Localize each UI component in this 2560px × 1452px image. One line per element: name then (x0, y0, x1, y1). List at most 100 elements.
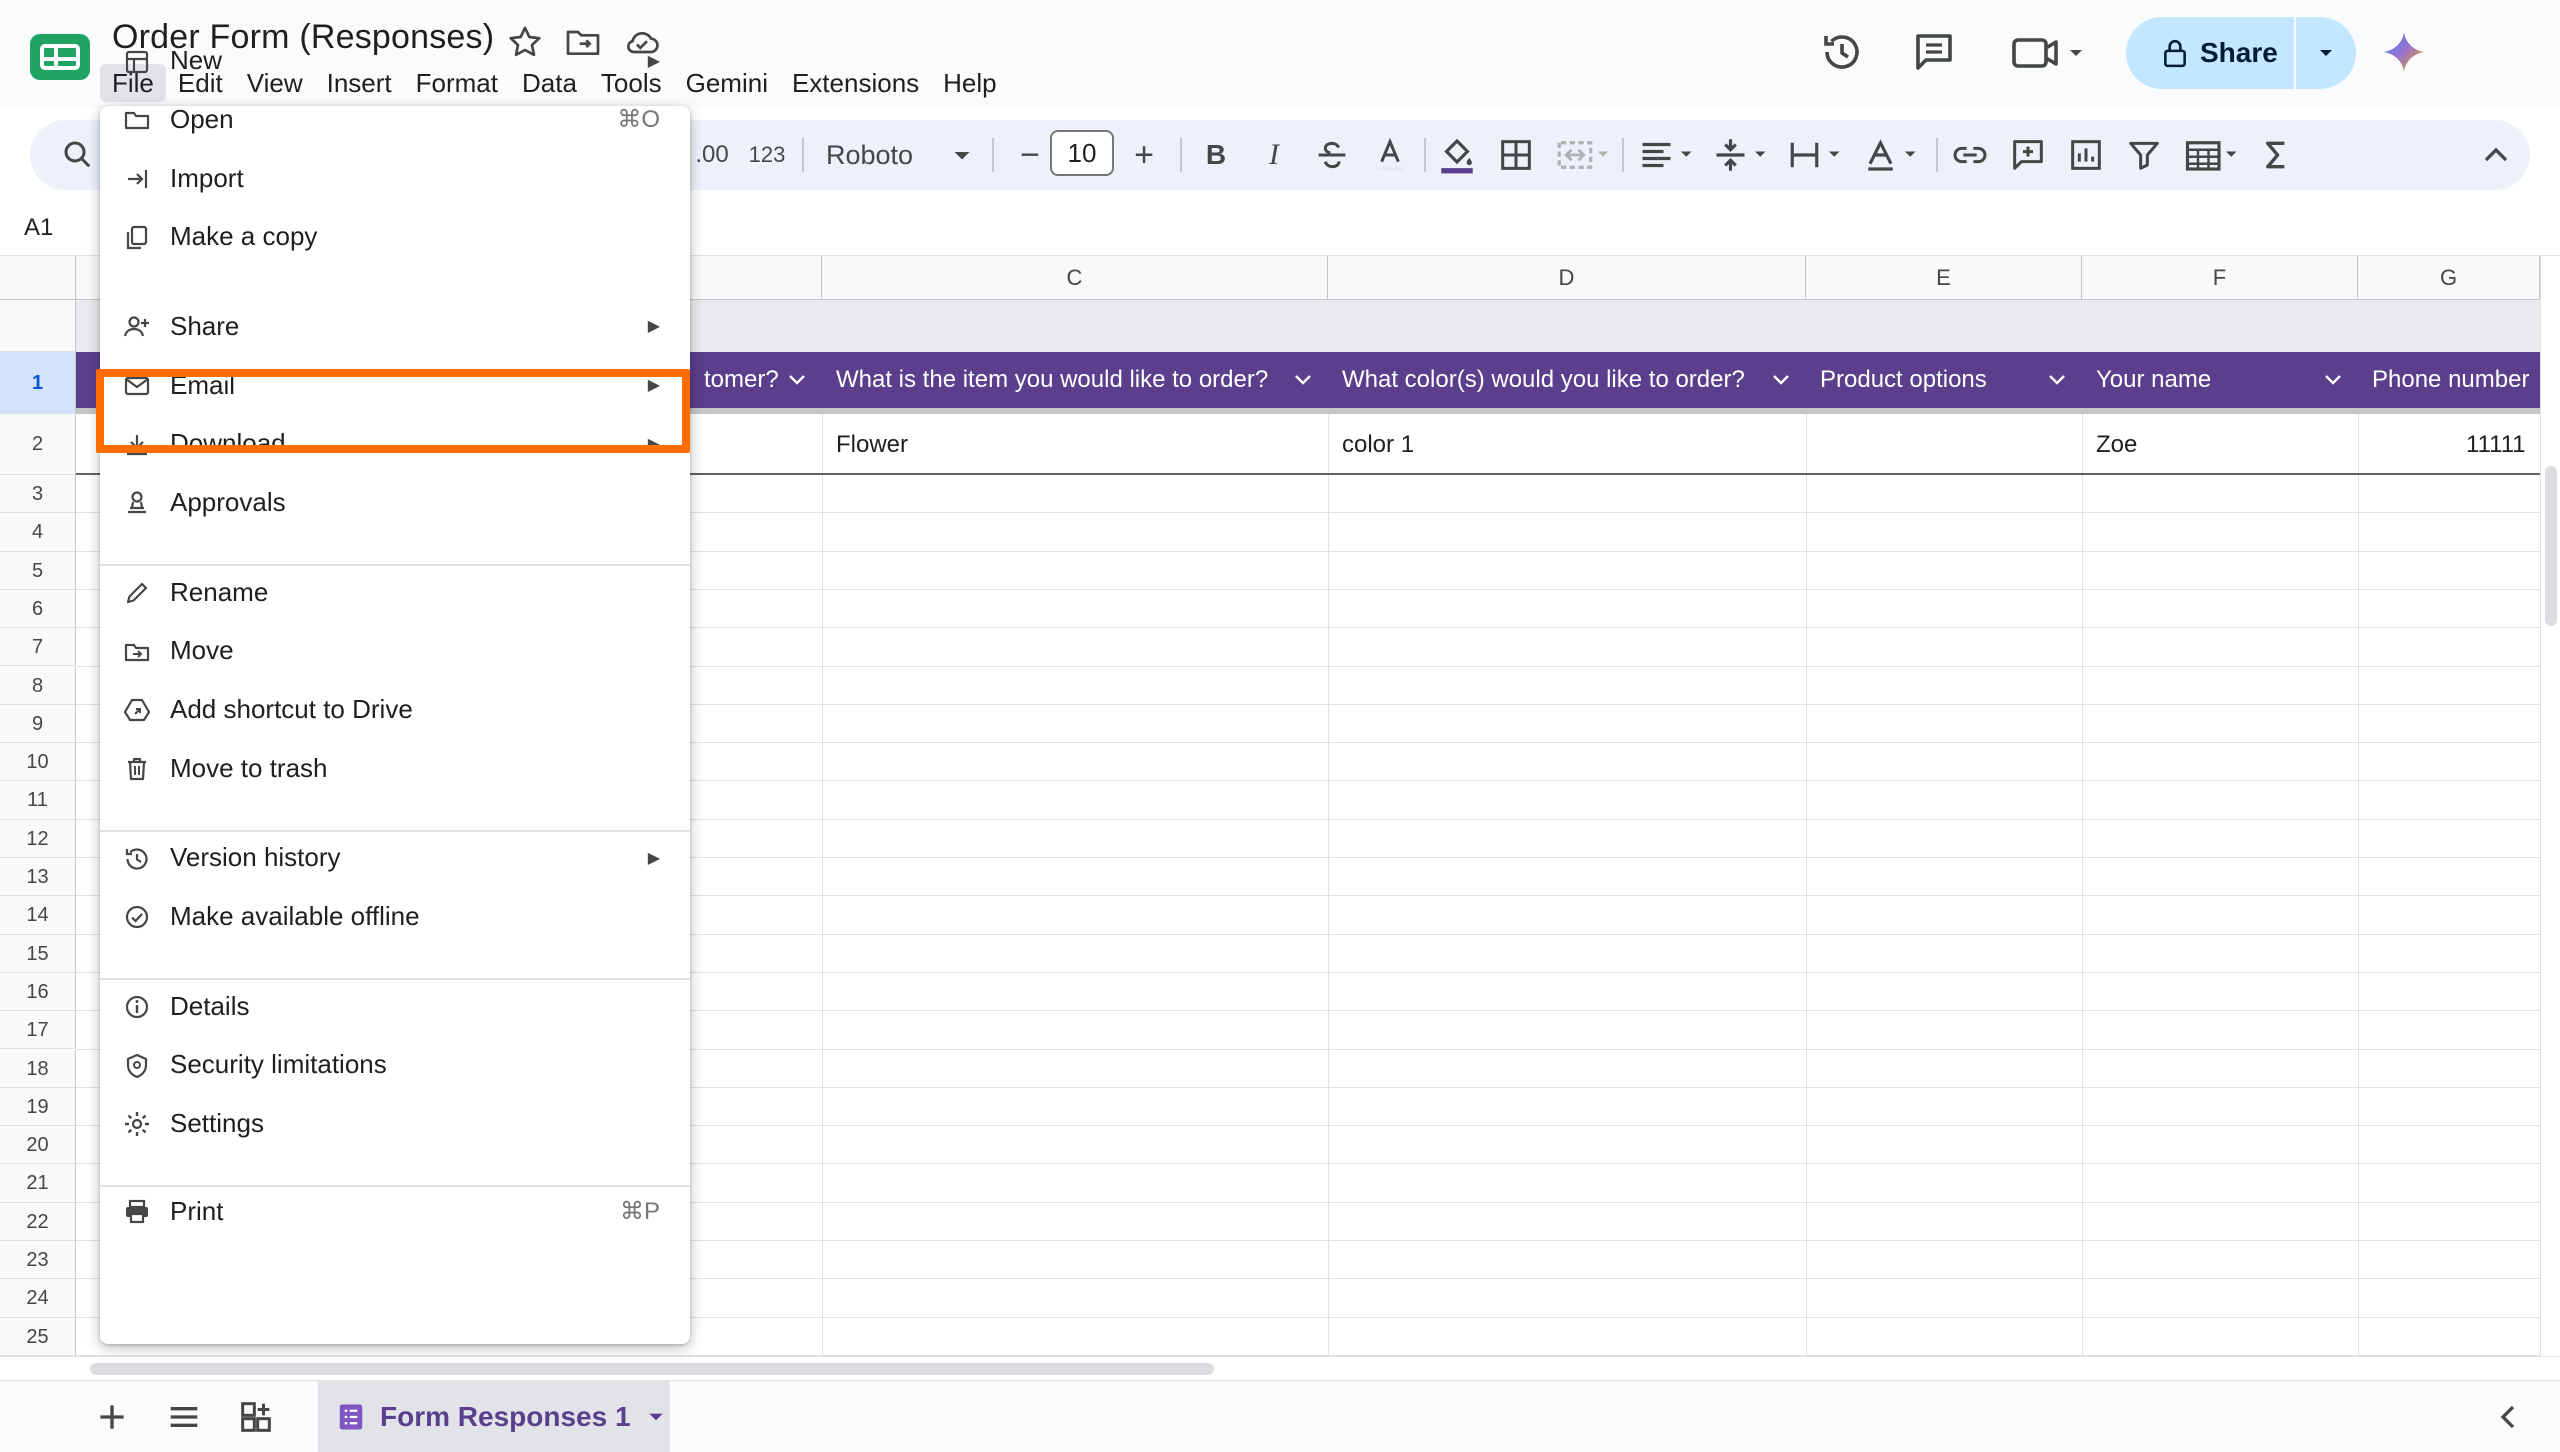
column-header-f[interactable]: F (2082, 256, 2358, 300)
font-size-input[interactable]: 10 (1050, 130, 1114, 176)
row-header[interactable]: 10 (0, 743, 76, 782)
comments-icon[interactable] (1910, 28, 1958, 76)
gemini-sparkle-icon[interactable] (2380, 28, 2428, 76)
column-header-d[interactable]: D (1328, 256, 1806, 300)
sheets-logo-icon[interactable] (28, 32, 92, 84)
horizontal-scroll-thumb[interactable] (90, 1363, 1214, 1375)
share-main-button[interactable]: Share (2126, 17, 2294, 89)
add-sheet-icon[interactable] (92, 1397, 132, 1437)
file-menu-item-print[interactable]: Print ⌘P (100, 1183, 690, 1239)
row-header[interactable]: 21 (0, 1164, 76, 1203)
file-menu-item-rename[interactable]: Rename (100, 564, 690, 620)
row-header[interactable]: 8 (0, 666, 76, 705)
file-menu-item-details[interactable]: Details (100, 978, 690, 1034)
cell-f2[interactable]: Zoe (2096, 431, 2137, 459)
file-menu-item-settings[interactable]: Settings (100, 1095, 690, 1151)
file-menu-item-share[interactable]: Share ▶ (100, 298, 690, 354)
increase-font-size-button[interactable]: + (1124, 134, 1164, 176)
file-menu-item-new[interactable]: New ▶ (100, 33, 690, 89)
file-menu-item-add-shortcut-to-drive[interactable]: Add shortcut to Drive (100, 681, 690, 737)
file-menu-item-approvals[interactable]: Approvals (100, 474, 690, 530)
insert-chart-icon[interactable] (2066, 134, 2106, 176)
file-menu-item-move-to-trash[interactable]: Move to trash (100, 740, 690, 796)
file-menu-item-move[interactable]: Move (100, 623, 690, 679)
share-dropdown-button[interactable] (2296, 17, 2356, 89)
fill-color-icon[interactable] (1434, 134, 1480, 176)
side-panel-chevron-left-icon[interactable] (2488, 1397, 2528, 1437)
all-sheets-menu-icon[interactable] (164, 1397, 204, 1437)
row-header[interactable]: 15 (0, 934, 76, 973)
file-menu-item-make-available-offline[interactable]: Make available offline (100, 888, 690, 944)
filter-icon[interactable] (2124, 134, 2164, 176)
bold-button[interactable]: B (1196, 134, 1236, 176)
vertical-align-icon[interactable] (1710, 134, 1772, 176)
meet-video-icon[interactable] (2008, 28, 2088, 76)
column-header-g[interactable]: G (2358, 256, 2540, 300)
decrease-decimal-button[interactable]: .00 (690, 134, 734, 176)
chevron-down-icon[interactable] (2322, 352, 2344, 408)
column-header-e[interactable]: E (1806, 256, 2082, 300)
text-rotation-icon[interactable] (1860, 134, 1922, 176)
italic-button[interactable]: I (1254, 134, 1294, 176)
header-cell-b[interactable]: tomer? (690, 352, 822, 408)
chevron-down-icon[interactable] (2046, 352, 2068, 408)
font-dropdown-caret-icon[interactable] (950, 134, 974, 176)
row-header[interactable]: 16 (0, 972, 76, 1012)
strikethrough-icon[interactable] (1312, 134, 1352, 176)
header-cell-e[interactable]: Product options (1806, 352, 2082, 408)
row-header[interactable]: 5 (0, 551, 76, 590)
file-menu-item-security-limitations[interactable]: Security limitations (100, 1037, 690, 1093)
chevron-down-icon[interactable] (1292, 352, 1314, 408)
row-header[interactable]: 25 (0, 1317, 76, 1356)
merge-cells-icon[interactable] (1554, 134, 1610, 176)
row-header[interactable]: 13 (0, 858, 76, 897)
row-header[interactable]: 9 (0, 704, 76, 744)
insert-comment-icon[interactable] (2008, 134, 2048, 176)
insert-link-icon[interactable] (1950, 134, 1990, 176)
select-all-corner[interactable] (0, 256, 76, 300)
horizontal-align-icon[interactable] (1636, 134, 1698, 176)
caret-down-icon[interactable] (647, 1411, 665, 1423)
vertical-scroll-thumb[interactable] (2545, 466, 2557, 626)
text-color-icon[interactable] (1370, 134, 1410, 176)
version-history-icon[interactable] (1818, 28, 1866, 76)
header-cell-c[interactable]: What is the item you would like to order… (822, 352, 1328, 408)
row-header[interactable]: 4 (0, 513, 76, 552)
text-wrapping-icon[interactable] (1784, 134, 1846, 176)
row-header[interactable]: 14 (0, 896, 76, 935)
menu-extensions[interactable]: Extensions (780, 64, 931, 102)
collapse-toolbar-chevron-icon[interactable] (2476, 134, 2516, 176)
file-menu-item-import[interactable]: Import (100, 150, 690, 206)
cell-c2[interactable]: Flower (836, 431, 908, 459)
vertical-scrollbar[interactable] (2540, 256, 2560, 1356)
row-header[interactable]: 20 (0, 1126, 76, 1165)
row-header[interactable]: 7 (0, 628, 76, 667)
row-header[interactable]: 23 (0, 1241, 76, 1280)
row-header[interactable]: 22 (0, 1202, 76, 1241)
font-family-select[interactable]: Roboto (826, 134, 956, 176)
menu-help[interactable]: Help (931, 64, 1008, 102)
file-menu-item-open[interactable]: Open ⌘O (100, 91, 690, 147)
header-cell-d[interactable]: What color(s) would you like to order? (1328, 352, 1806, 408)
share-button[interactable]: Share (2126, 17, 2356, 89)
cell-g2[interactable]: 11111 (2466, 431, 2526, 459)
column-header-c[interactable]: C (822, 256, 1328, 300)
decrease-font-size-button[interactable]: − (1010, 134, 1050, 176)
row-header[interactable]: 3 (0, 475, 76, 514)
row-header[interactable]: 17 (0, 1011, 76, 1050)
header-cell-g[interactable]: Phone number (2358, 352, 2540, 408)
row-header[interactable]: 24 (0, 1279, 76, 1318)
chevron-down-icon[interactable] (786, 352, 808, 408)
horizontal-scrollbar[interactable] (0, 1356, 2560, 1380)
chevron-down-icon[interactable] (1770, 352, 1792, 408)
sheet-tab-form-responses[interactable]: Form Responses 1 (318, 1381, 670, 1452)
row-header[interactable]: 18 (0, 1049, 76, 1088)
header-cell-f[interactable]: Your name (2082, 352, 2358, 408)
row-header[interactable]: 19 (0, 1087, 76, 1127)
file-menu-item-version-history[interactable]: Version history ▶ (100, 830, 690, 886)
borders-icon[interactable] (1496, 134, 1536, 176)
file-menu-item-make-a-copy[interactable]: Make a copy (100, 209, 690, 265)
row-header[interactable]: 12 (0, 819, 76, 858)
number-format-button[interactable]: 123 (740, 134, 794, 176)
name-box[interactable]: A1 (24, 214, 53, 242)
